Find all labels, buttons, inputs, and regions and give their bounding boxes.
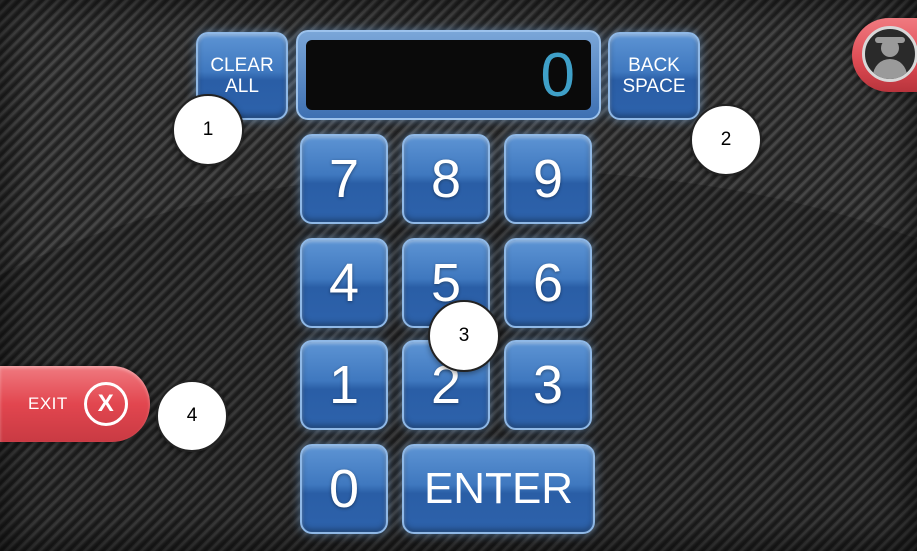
key-1[interactable]: 1 bbox=[300, 340, 388, 430]
callout-3: 3 bbox=[428, 300, 500, 372]
close-circle-icon: X bbox=[83, 382, 128, 426]
callout-1: 1 bbox=[172, 94, 244, 166]
key-0[interactable]: 0 bbox=[300, 444, 388, 534]
display-screen: 0 bbox=[306, 40, 591, 110]
back-space-button[interactable]: BACK SPACE bbox=[608, 32, 700, 120]
callout-4: 4 bbox=[156, 380, 228, 452]
back-space-label: BACK SPACE bbox=[622, 55, 686, 97]
keypad-screen: CLEAR ALL 0 BACK SPACE 7 8 9 4 5 6 1 2 3… bbox=[0, 0, 917, 551]
display-value: 0 bbox=[540, 40, 575, 110]
enter-button[interactable]: ENTER bbox=[402, 444, 595, 534]
number-display: 0 bbox=[296, 30, 601, 120]
user-silhouette-icon bbox=[862, 26, 917, 82]
key-7[interactable]: 7 bbox=[300, 134, 388, 224]
key-9[interactable]: 9 bbox=[504, 134, 592, 224]
exit-button[interactable]: EXIT X bbox=[0, 366, 150, 442]
user-button[interactable] bbox=[852, 18, 917, 92]
key-8[interactable]: 8 bbox=[402, 134, 490, 224]
clear-all-label: CLEAR ALL bbox=[210, 55, 274, 97]
key-4[interactable]: 4 bbox=[300, 238, 388, 328]
key-3[interactable]: 3 bbox=[504, 340, 592, 430]
callout-2: 2 bbox=[690, 104, 762, 176]
exit-label: EXIT bbox=[28, 394, 68, 413]
key-6[interactable]: 6 bbox=[504, 238, 592, 328]
